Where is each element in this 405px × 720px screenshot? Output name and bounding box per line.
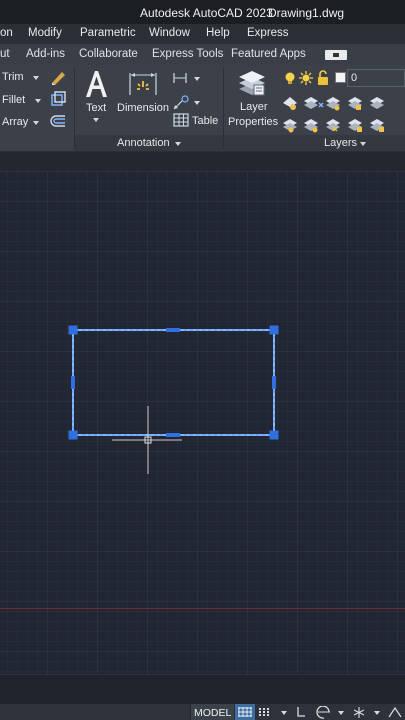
tab-featured-apps[interactable]: Featured Apps bbox=[231, 48, 306, 60]
layer-properties-icon[interactable] bbox=[236, 67, 268, 99]
snap-mode-icon[interactable] bbox=[258, 707, 270, 717]
text-icon[interactable] bbox=[82, 69, 110, 99]
layer-tools-icons[interactable] bbox=[281, 93, 405, 133]
command-line-area[interactable] bbox=[0, 674, 405, 704]
grip-corner-bottom-left[interactable] bbox=[68, 430, 78, 440]
drawing-svg bbox=[68, 325, 279, 474]
layer-thaw-sun-icon[interactable] bbox=[298, 70, 314, 86]
isometric-drafting-icon[interactable] bbox=[352, 706, 366, 719]
menu-bar: on Modify Parametric Window Help Express bbox=[0, 24, 405, 44]
annotation-panel-title[interactable]: Annotation bbox=[117, 137, 170, 149]
layer-color-swatch[interactable] bbox=[335, 72, 346, 83]
copy-icon[interactable] bbox=[49, 90, 67, 108]
dimension-button[interactable]: Dimension bbox=[117, 102, 169, 114]
selection-highlight bbox=[72, 329, 275, 436]
layer-on-bulb-icon[interactable] bbox=[283, 71, 297, 85]
layer-properties-label-2[interactable]: Properties bbox=[228, 116, 278, 128]
annotation-panel-footer[interactable]: Annotation bbox=[75, 135, 223, 151]
menu-item-window[interactable]: Window bbox=[149, 27, 190, 39]
drawing-canvas[interactable] bbox=[0, 152, 405, 704]
grip-mid-top[interactable] bbox=[166, 328, 180, 332]
linear-dimension-icon[interactable] bbox=[172, 72, 190, 84]
dimension-icon[interactable] bbox=[128, 69, 158, 99]
menu-item-help[interactable]: Help bbox=[206, 27, 230, 39]
array-dropdown-icon[interactable] bbox=[33, 121, 39, 125]
tab-express-tools[interactable]: Express Tools bbox=[152, 48, 223, 60]
leader-icon[interactable] bbox=[172, 95, 190, 111]
menu-item-view[interactable]: on bbox=[0, 27, 13, 39]
title-bar: Autodesk AutoCAD 2023 Drawing1.dwg bbox=[0, 0, 405, 24]
text-dropdown-icon[interactable] bbox=[93, 118, 99, 122]
array-button[interactable]: Array bbox=[2, 116, 28, 128]
ribbon-tabs: ut Add-ins Collaborate Express Tools Fea… bbox=[0, 44, 405, 65]
model-label: MODEL bbox=[194, 707, 232, 719]
fillet-dropdown-icon[interactable] bbox=[35, 99, 41, 103]
grip-mid-left[interactable] bbox=[71, 376, 75, 389]
grip-corner-top-left[interactable] bbox=[68, 325, 78, 335]
grip-corner-top-right[interactable] bbox=[269, 325, 279, 335]
layers-panel-footer[interactable]: Layers bbox=[224, 135, 405, 151]
layer-dropdown[interactable] bbox=[347, 69, 405, 87]
menu-item-modify[interactable]: Modify bbox=[28, 27, 62, 39]
ortho-mode-icon[interactable] bbox=[296, 706, 306, 718]
grid-toggle-button[interactable] bbox=[235, 704, 255, 720]
snap-mode-dropdown-icon[interactable] bbox=[281, 711, 287, 715]
grip-mid-bottom[interactable] bbox=[166, 433, 180, 437]
tab-output[interactable]: ut bbox=[0, 48, 10, 60]
status-bar: MODEL bbox=[0, 704, 405, 720]
layers-panel-title[interactable]: Layers bbox=[324, 137, 357, 149]
erase-icon[interactable] bbox=[49, 68, 67, 86]
object-snap-tracking-icon[interactable] bbox=[387, 706, 403, 719]
tab-collaborate[interactable]: Collaborate bbox=[79, 48, 138, 60]
text-button[interactable]: Text bbox=[86, 102, 106, 114]
ribbon-minimize-toggle-icon[interactable] bbox=[325, 50, 347, 60]
trim-button[interactable]: Trim bbox=[2, 71, 24, 83]
table-icon[interactable] bbox=[173, 113, 189, 127]
document-name: Drawing1.dwg bbox=[268, 6, 345, 20]
grip-mid-right[interactable] bbox=[272, 376, 276, 389]
annotation-panel-expand-icon[interactable] bbox=[175, 142, 181, 146]
layers-panel-expand-icon[interactable] bbox=[360, 142, 366, 146]
layer-properties-label-1[interactable]: Layer bbox=[240, 101, 268, 113]
leader-dropdown-icon[interactable] bbox=[194, 101, 200, 105]
menu-item-parametric[interactable]: Parametric bbox=[80, 27, 136, 39]
ribbon-panel: Trim Fillet Array Text Dimension Table A… bbox=[0, 65, 405, 152]
grip-corner-bottom-right[interactable] bbox=[269, 430, 279, 440]
model-space-button[interactable]: MODEL bbox=[190, 704, 234, 720]
menu-item-express[interactable]: Express bbox=[247, 27, 289, 39]
selected-rectangle[interactable] bbox=[72, 329, 275, 436]
linear-dimension-dropdown-icon[interactable] bbox=[194, 77, 200, 81]
grid-icon bbox=[238, 707, 252, 717]
table-button[interactable]: Table bbox=[192, 115, 218, 127]
offset-icon[interactable] bbox=[49, 112, 67, 130]
trim-dropdown-icon[interactable] bbox=[33, 76, 39, 80]
fillet-button[interactable]: Fillet bbox=[2, 94, 25, 106]
isometric-dropdown-icon[interactable] bbox=[374, 711, 380, 715]
layer-unlock-icon[interactable] bbox=[316, 70, 330, 86]
polar-tracking-icon[interactable] bbox=[316, 706, 332, 719]
polar-tracking-dropdown-icon[interactable] bbox=[338, 711, 344, 715]
tab-add-ins[interactable]: Add-ins bbox=[26, 48, 65, 60]
app-title: Autodesk AutoCAD 2023 bbox=[140, 6, 273, 20]
